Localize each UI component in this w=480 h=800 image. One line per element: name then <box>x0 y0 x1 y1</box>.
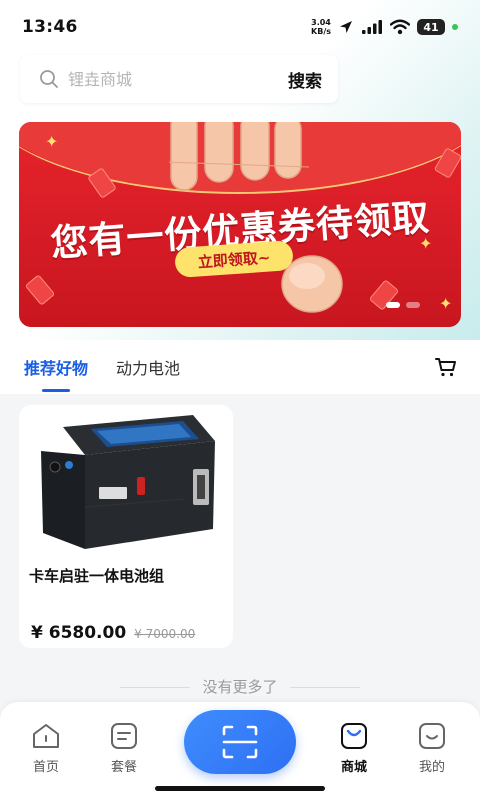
home-icon <box>33 724 59 748</box>
banner-dot-active[interactable] <box>386 302 400 308</box>
sparkle-icon: ✦ <box>419 234 433 253</box>
signal-icon <box>362 20 382 34</box>
search-icon <box>40 70 58 88</box>
privacy-dot <box>452 24 458 30</box>
nav-home[interactable]: 首页 <box>16 722 76 775</box>
network-speed: 3.04 KB/s <box>311 18 331 36</box>
battery-indicator: 41 <box>417 19 445 35</box>
nav-package-label: 套餐 <box>110 760 137 775</box>
network-speed-unit: KB/s <box>311 27 331 36</box>
nav-profile-label: 我的 <box>418 760 445 775</box>
wifi-icon <box>390 19 410 35</box>
category-tabs: 推荐好物 动力电池 <box>0 340 480 394</box>
cart-icon[interactable] <box>434 355 458 379</box>
search-input[interactable] <box>68 69 288 89</box>
price-row: ¥ 6580.00 ¥ 7000.00 <box>31 623 195 643</box>
hand-illustration <box>169 122 310 191</box>
nav-home-label: 首页 <box>32 760 59 775</box>
status-time: 13:46 <box>22 17 78 37</box>
tab-recommended[interactable]: 推荐好物 <box>24 340 88 394</box>
battery-pack-image <box>41 415 215 549</box>
nav-profile[interactable]: 我的 <box>402 722 462 775</box>
red-envelope-icon <box>24 274 56 306</box>
nav-shop-label: 商城 <box>340 760 367 775</box>
status-indicators: 3.04 KB/s 41 <box>311 18 458 36</box>
product-original-price: ¥ 7000.00 <box>134 627 196 641</box>
divider-right <box>290 687 360 688</box>
scan-icon <box>222 725 258 759</box>
product-card[interactable]: 卡车启驻一体电池组 ¥ 6580.00 ¥ 7000.00 <box>19 405 233 648</box>
home-indicator <box>155 786 325 791</box>
nav-shop[interactable]: 商城 <box>324 722 384 775</box>
search-button[interactable]: 搜索 <box>288 67 322 92</box>
list-end-text: 没有更多了 <box>202 678 278 696</box>
scan-button[interactable] <box>184 710 296 774</box>
shop-bag-icon <box>341 723 367 749</box>
network-speed-value: 3.04 <box>311 18 331 27</box>
product-price: ¥ 6580.00 <box>31 623 127 643</box>
status-bar: 13:46 3.04 KB/s 41 <box>0 0 480 54</box>
promo-banner[interactable]: 您有一份优惠券待领取 立即领取~ ✦ ✦ ✦ <box>19 122 461 327</box>
product-title: 卡车启驻一体电池组 <box>29 567 165 585</box>
sparkle-icon: ✦ <box>45 132 59 151</box>
package-icon <box>111 723 137 749</box>
profile-icon <box>419 723 445 749</box>
sparkle-icon: ✦ <box>439 294 453 313</box>
nav-package[interactable]: 套餐 <box>94 722 154 775</box>
search-bar: 搜索 <box>20 55 338 103</box>
banner-dot[interactable] <box>406 302 420 308</box>
location-arrow-icon <box>340 21 352 33</box>
tab-power-battery[interactable]: 动力电池 <box>116 340 180 394</box>
banner-pagination <box>386 302 420 308</box>
